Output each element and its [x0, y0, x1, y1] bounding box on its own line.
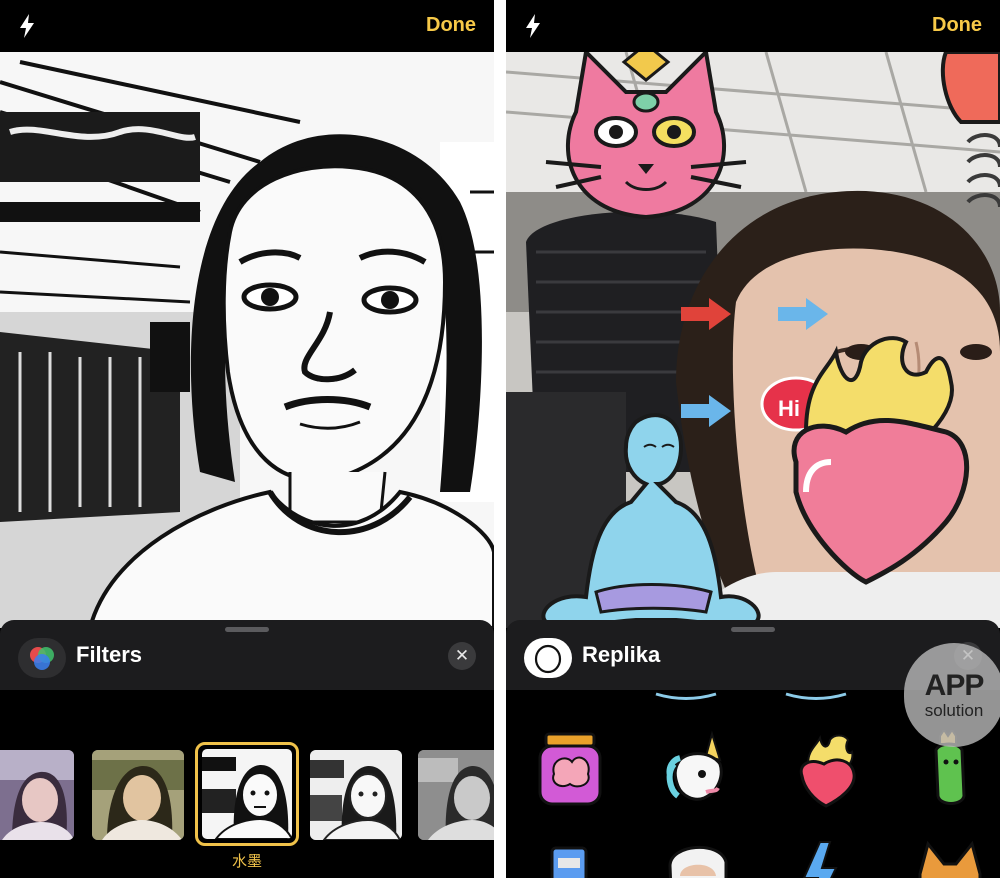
filter-thumbnail-selected[interactable]: [195, 742, 299, 846]
filter-thumbnail-inner: [202, 749, 292, 839]
sheet-header: Filters ✕: [0, 634, 494, 690]
unicorn-sticker[interactable]: [660, 730, 740, 810]
sheet-title: Replika: [582, 642, 661, 667]
filter-thumbnail[interactable]: [92, 750, 184, 840]
filter-preview-image: [418, 750, 494, 840]
sheet-title: Filters: [76, 642, 143, 667]
filters-icon: [30, 647, 54, 670]
filter-preview-image: [0, 750, 74, 840]
filter-thumbnail[interactable]: [0, 750, 74, 840]
top-bar: Done: [0, 0, 494, 52]
camera-preview-comic: [0, 52, 494, 628]
flash-icon[interactable]: [18, 14, 36, 38]
selected-filter-label: 水墨: [231, 853, 262, 870]
replika-icon: [534, 644, 562, 674]
fox-sticker[interactable]: [910, 838, 990, 878]
flash-icon[interactable]: [524, 14, 542, 38]
filters-app-badge: [18, 638, 66, 678]
top-bar: Done: [506, 0, 1000, 52]
sticker-scene-image: Hi: [506, 52, 1000, 628]
left-phone-screen: Done Filters ✕ 水墨: [0, 0, 494, 878]
filter-thumbnail[interactable]: [310, 750, 402, 840]
comic-filter-image: [0, 52, 494, 628]
flaming-heart-sticker-thumb[interactable]: [786, 730, 866, 810]
speech-bubble-text: Hi: [778, 396, 800, 421]
close-button[interactable]: ✕: [448, 642, 476, 670]
sheet-grabber[interactable]: [225, 627, 269, 632]
done-button[interactable]: Done: [932, 14, 982, 37]
watermark-badge: APP solution: [904, 643, 1000, 747]
filter-preview-image: [92, 750, 184, 840]
replika-app-badge: [524, 638, 572, 678]
filter-strip: 水墨: [0, 690, 494, 878]
filter-preview-image: [202, 749, 292, 839]
filters-sheet: Filters ✕ 水墨: [0, 620, 494, 878]
camera-preview-stickers: Hi: [506, 52, 1000, 628]
cassette-sticker[interactable]: [542, 838, 622, 878]
filter-preview-image: [310, 750, 402, 840]
watermark-line1: APP: [924, 669, 985, 702]
watermark-line2: solution: [924, 701, 984, 720]
scientist-sticker[interactable]: [660, 836, 740, 878]
brain-jar-sticker[interactable]: [530, 730, 610, 810]
right-phone-screen: Done Hi Replika: [506, 0, 1000, 878]
filter-thumbnail[interactable]: [418, 750, 494, 840]
done-button[interactable]: Done: [426, 14, 476, 37]
lightning-sticker[interactable]: [786, 838, 866, 878]
sheet-grabber[interactable]: [731, 627, 775, 632]
